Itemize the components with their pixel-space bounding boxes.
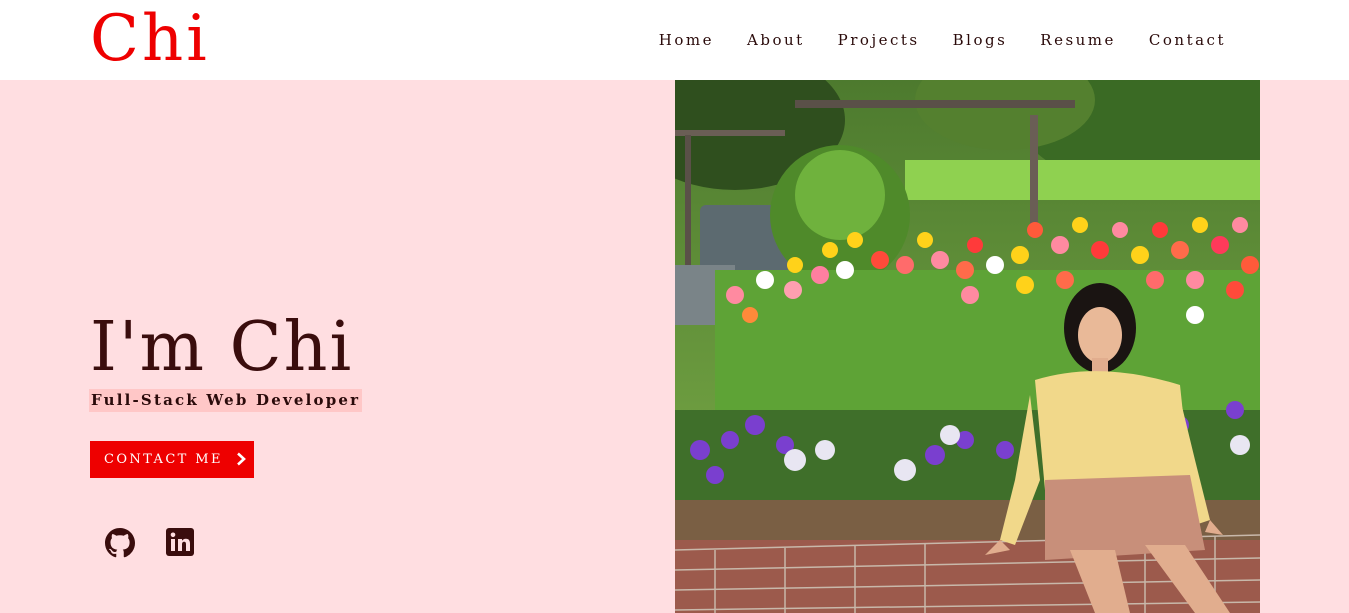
site-header: Chi Home About Projects Blogs Resume Con…: [0, 0, 1349, 80]
nav-contact[interactable]: Contact: [1149, 31, 1226, 49]
main-nav: Home About Projects Blogs Resume Contact: [659, 0, 1226, 80]
linkedin-icon: [166, 528, 194, 556]
linkedin-link[interactable]: [166, 528, 196, 558]
site-logo[interactable]: Chi: [90, 0, 210, 80]
garden-portrait-image: [675, 80, 1260, 613]
hero-photo: [675, 80, 1260, 613]
github-icon: [105, 528, 135, 558]
github-link[interactable]: [105, 528, 135, 558]
nav-about[interactable]: About: [747, 31, 805, 49]
nav-resume[interactable]: Resume: [1040, 31, 1116, 49]
nav-home[interactable]: Home: [659, 31, 714, 49]
contact-me-button[interactable]: CONTACT ME: [90, 441, 254, 478]
nav-projects[interactable]: Projects: [838, 31, 920, 49]
nav-blogs[interactable]: Blogs: [953, 31, 1008, 49]
hero-subtitle: Full-Stack Web Developer: [89, 389, 363, 412]
chevron-right-icon: [237, 452, 246, 466]
hero-title: I'm Chi: [90, 308, 354, 387]
contact-me-label: CONTACT ME: [104, 452, 223, 467]
